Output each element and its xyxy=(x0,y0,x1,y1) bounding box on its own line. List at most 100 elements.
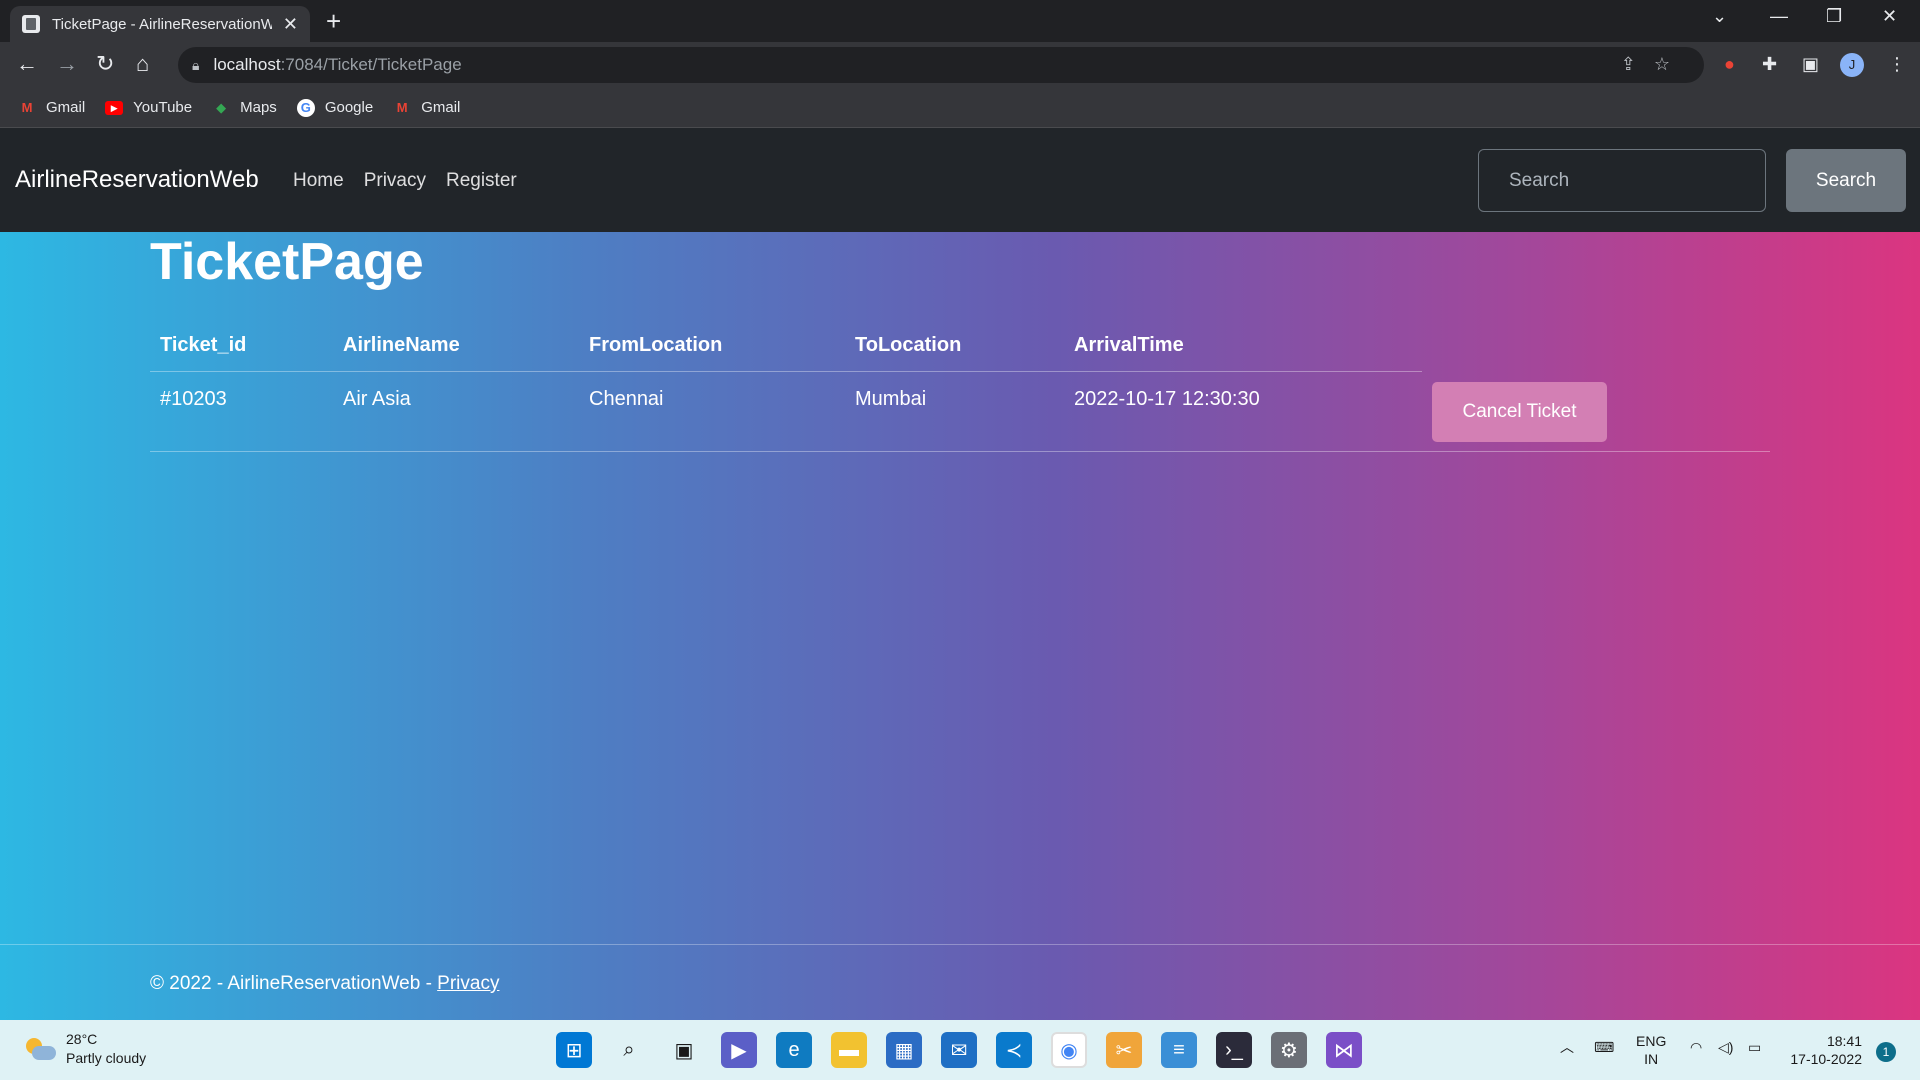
edge-browser-icon[interactable]: e xyxy=(776,1032,812,1068)
column-header-arrival-time: ArrivalTime xyxy=(1074,334,1184,356)
forward-arrow-icon[interactable]: → xyxy=(56,51,78,77)
mail-icon[interactable]: ✉ xyxy=(941,1032,977,1068)
restore-icon[interactable]: ❐ xyxy=(1826,6,1842,27)
column-header-ticket-id: Ticket_id xyxy=(160,334,247,356)
wifi-icon[interactable]: ◠ xyxy=(1690,1038,1702,1056)
main-content: TicketPage Ticket_id AirlineName FromLoc… xyxy=(0,232,1920,1020)
bookmark-gmail-2[interactable]: M Gmail xyxy=(393,99,461,116)
footer-text: © 2022 - AirlineReservationWeb - Privacy xyxy=(150,973,499,995)
column-header-to-location: ToLocation xyxy=(855,334,962,356)
nav-link-home[interactable]: Home xyxy=(293,170,344,192)
column-header-airline-name: AirlineName xyxy=(343,334,460,356)
tab-title: TicketPage - AirlineReservationW xyxy=(52,15,272,33)
windows-taskbar: 28°C Partly cloudy ⊞ ⌕ ▣ ▶ e ▬ ▦ ✉ ≺ ◉ ✂… xyxy=(0,1020,1920,1080)
bookmark-google[interactable]: G Google xyxy=(296,98,374,117)
search-icon[interactable]: ⌕ xyxy=(611,1032,647,1068)
clock[interactable]: 18:41 17-10-2022 xyxy=(1786,1032,1862,1068)
windows-start-icon[interactable]: ⊞ xyxy=(556,1032,592,1068)
visual-studio-icon[interactable]: ⋈ xyxy=(1326,1032,1362,1068)
nav-link-register[interactable]: Register xyxy=(446,170,517,192)
notification-count-badge[interactable]: 1 xyxy=(1876,1042,1896,1062)
table-header-row: Ticket_id AirlineName FromLocation ToLoc… xyxy=(150,320,1422,372)
bookmark-youtube[interactable]: ▶ YouTube xyxy=(105,99,192,116)
site-navbar: AirlineReservationWeb Home Privacy Regis… xyxy=(0,128,1920,232)
extension-badge-icon[interactable]: ● xyxy=(1724,54,1735,75)
profile-avatar[interactable]: J xyxy=(1840,53,1864,77)
browser-menu-icon[interactable]: ⋮ xyxy=(1888,54,1906,75)
settings-gear-icon[interactable]: ⚙ xyxy=(1271,1032,1307,1068)
browser-tab[interactable]: TicketPage - AirlineReservationW ✕ xyxy=(10,6,310,42)
page-favicon-icon xyxy=(22,15,40,33)
gmail-icon: M xyxy=(21,99,33,115)
show-hidden-icons-chevron-icon[interactable]: ︿ xyxy=(1560,1038,1574,1056)
clock-date: 17-10-2022 xyxy=(1790,1051,1862,1067)
keyboard-icon[interactable]: ⌨ xyxy=(1594,1038,1614,1056)
vs-code-icon[interactable]: ≺ xyxy=(996,1032,1032,1068)
clock-time: 18:41 xyxy=(1826,1033,1862,1049)
volume-icon[interactable]: ◁) xyxy=(1718,1038,1733,1056)
weather-temperature: 28°C xyxy=(66,1031,98,1047)
tab-close-icon[interactable]: ✕ xyxy=(283,14,298,35)
from-location-cell: Chennai xyxy=(589,388,664,410)
google-icon: G xyxy=(296,98,315,117)
language-region: IN xyxy=(1644,1051,1659,1067)
weather-widget[interactable]: 28°C Partly cloudy xyxy=(24,1030,146,1068)
browser-toolbar: ← → ↻ ⌂ 🔒︎ localhost :7084/Ticket/Ticket… xyxy=(0,42,1920,88)
maps-icon: ◆ xyxy=(216,99,227,115)
home-icon[interactable]: ⌂ xyxy=(136,51,149,77)
nav-links: Home Privacy Register xyxy=(293,170,537,192)
new-tab-button[interactable]: + xyxy=(326,8,341,34)
weather-condition: Partly cloudy xyxy=(66,1050,147,1066)
bookmarks-bar: M Gmail ▶ YouTube ◆ Maps G Google M Gmai… xyxy=(0,88,1920,128)
partly-cloudy-icon xyxy=(24,1036,56,1062)
bookmark-gmail[interactable]: M Gmail xyxy=(18,99,86,116)
search-input[interactable] xyxy=(1478,149,1766,212)
table-row: #10203 Air Asia Chennai Mumbai 2022-10-1… xyxy=(150,372,1770,452)
back-arrow-icon[interactable]: ← xyxy=(16,51,38,77)
bookmark-maps[interactable]: ◆ Maps xyxy=(212,99,277,116)
arrival-time-cell: 2022-10-17 12:30:30 xyxy=(1074,388,1260,410)
ticket-table: Ticket_id AirlineName FromLocation ToLoc… xyxy=(150,320,1770,452)
share-and-bookmark-star-icons[interactable]: ⇪☆ xyxy=(1621,54,1688,75)
footer-privacy-link[interactable]: Privacy xyxy=(437,973,499,994)
language-code: ENG xyxy=(1636,1033,1667,1049)
airline-name-cell: Air Asia xyxy=(343,388,411,410)
window-close-icon[interactable]: ✕ xyxy=(1882,6,1897,27)
minimize-icon[interactable]: — xyxy=(1770,6,1788,27)
task-view-icon[interactable]: ▣ xyxy=(666,1032,702,1068)
file-explorer-icon[interactable]: ▬ xyxy=(831,1032,867,1068)
battery-icon[interactable]: ▭ xyxy=(1748,1038,1761,1056)
lock-icon[interactable]: 🔒︎ xyxy=(192,57,199,74)
taskbar-apps: ⊞ ⌕ ▣ ▶ e ▬ ▦ ✉ ≺ ◉ ✂ ≡ ›_ ⚙ ⋈ xyxy=(556,1032,1381,1068)
bookmark-label: YouTube xyxy=(133,99,193,116)
footer-copyright: © 2022 - AirlineReservationWeb - xyxy=(150,973,438,994)
terminal-icon[interactable]: ›_ xyxy=(1216,1032,1252,1068)
bookmark-label: Maps xyxy=(240,99,277,116)
gmail-icon: M xyxy=(396,99,408,115)
bookmark-label: Google xyxy=(324,99,374,116)
language-indicator[interactable]: ENG IN xyxy=(1636,1032,1666,1068)
tab-search-chevron-icon[interactable]: ⌄ xyxy=(1712,6,1727,27)
address-bar[interactable]: 🔒︎ localhost :7084/Ticket/TicketPage ⇪☆ xyxy=(178,47,1704,83)
cancel-ticket-button[interactable]: Cancel Ticket xyxy=(1432,382,1607,442)
column-header-from-location: FromLocation xyxy=(589,334,723,356)
search-button[interactable]: Search xyxy=(1786,149,1906,212)
bookmark-label: Gmail xyxy=(46,99,86,116)
site-footer: © 2022 - AirlineReservationWeb - Privacy xyxy=(0,944,1920,1020)
page-title: TicketPage xyxy=(150,233,424,291)
url-path: :7084/Ticket/TicketPage xyxy=(280,55,462,74)
reload-icon[interactable]: ↻ xyxy=(96,51,114,77)
extensions-puzzle-icon[interactable]: ✚ xyxy=(1762,54,1777,75)
snipping-tool-icon[interactable]: ✂ xyxy=(1106,1032,1142,1068)
bookmark-label: Gmail xyxy=(421,99,461,116)
ticket-id-cell: #10203 xyxy=(160,388,227,410)
teams-chat-icon[interactable]: ▶ xyxy=(721,1032,757,1068)
notepad-icon[interactable]: ≡ xyxy=(1161,1032,1197,1068)
nav-link-privacy[interactable]: Privacy xyxy=(364,170,426,192)
side-panel-icon[interactable]: ▣ xyxy=(1802,54,1819,75)
browser-tab-strip: TicketPage - AirlineReservationW ✕ + ⌄ —… xyxy=(0,0,1920,42)
url-host: localhost xyxy=(213,55,281,74)
microsoft-store-icon[interactable]: ▦ xyxy=(886,1032,922,1068)
chrome-icon[interactable]: ◉ xyxy=(1051,1032,1087,1068)
site-brand[interactable]: AirlineReservationWeb xyxy=(15,166,259,194)
